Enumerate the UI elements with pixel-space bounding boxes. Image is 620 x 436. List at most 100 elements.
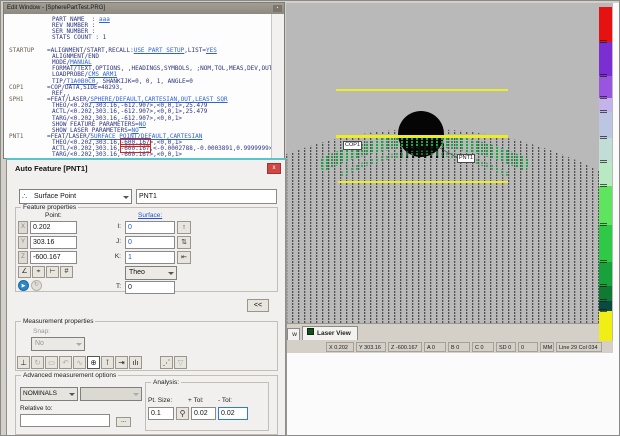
y-axis-button[interactable]: Y [18,236,28,249]
secondary-dropdown [80,387,142,401]
status-zero: 0 [518,342,538,352]
pc-dmis-window: Edit Window - [SpherePartTest.PRG] ▪ PAR… [0,0,620,436]
tab-laser-view[interactable]: Laser View [302,326,358,340]
probe-path-icon[interactable]: ⊥ [17,356,30,369]
point-toolbar: ∠⌖⊢# [18,266,74,278]
theo-value: Theo [129,269,145,276]
t-label: T: [111,283,121,290]
scale-segment [599,262,612,286]
plus-tol-field[interactable]: 0.02 [191,407,216,420]
laser-view[interactable]: COP1 PNT1 w Laser View [286,3,613,341]
feature-type-value: Surface Point [34,193,76,200]
pt-size-label: Pt. Size: [148,397,172,404]
scale-segment [599,186,612,225]
scale-segment [599,42,612,76]
grid-icon[interactable]: # [60,266,73,278]
z-axis-button[interactable]: Z [18,251,28,264]
status-c: C 0 [472,342,494,352]
j-label: J: [111,238,121,245]
k-label: K: [111,253,121,260]
point-offset-icon[interactable]: ⊢ [46,266,59,278]
advanced-options-label: Advanced measurement options [21,372,118,379]
i-value-field[interactable]: 0 [125,221,175,234]
histogram-icon[interactable]: ılı [129,356,142,369]
freeform-scan-icon[interactable]: ∿ [73,356,86,369]
scale-segment [599,162,612,186]
retest-button[interactable]: ↻ [31,280,42,291]
nominals-value: NOMINALS [23,390,57,397]
scan-direction-icon[interactable]: ⋰ [160,356,173,369]
view-tab-bar: w Laser View [286,323,599,341]
collapse-button[interactable]: << [247,299,269,312]
j-value-field[interactable]: 0 [125,236,175,249]
snap-dropdown: No [31,337,85,351]
x-value-field[interactable]: 0.202 [30,221,77,234]
x-axis-button[interactable]: X [18,221,28,234]
pt-size-field[interactable]: 0.1 [148,407,174,420]
feature-id-field[interactable]: PNT1 [136,189,277,204]
chevron-down-icon [76,343,82,346]
i-label: I: [111,223,121,230]
status-y: Y 303.16 [356,342,386,352]
browse-button[interactable]: ... [116,417,131,427]
point-cloud-graphic [286,3,599,323]
edit-window-menu-button[interactable]: ▪ [273,5,282,12]
axes-icon[interactable]: ∠ [18,266,31,278]
cop1-label[interactable]: COP1 [343,141,362,150]
align-vector-icon[interactable]: ⇤ [177,251,191,264]
pnt1-label[interactable]: PNT1 [457,154,475,163]
test-toolbar: ▶ ↻ [18,280,42,291]
patch-scan-icon[interactable]: ▭ [45,356,58,369]
scale-segment [599,225,612,262]
tab-laser-view-label: Laser View [317,330,351,337]
find-nominals-icon[interactable]: ⌖ [32,266,45,278]
bottom-margin [287,353,620,436]
status-sd: SD 0 [496,342,516,352]
minus-tol-field[interactable]: 0.02 [218,407,248,420]
edit-window: Edit Window - [SpherePartTest.PRG] ▪ PAR… [3,2,285,159]
y-value-field[interactable]: 303.16 [30,236,77,249]
status-b: B 0 [448,342,470,352]
scale-segment [599,112,612,138]
nominals-dropdown[interactable]: NOMINALS [20,387,78,401]
status-z: Z -600.167 [388,342,422,352]
edit-window-scrollbar[interactable] [271,14,284,158]
surface-depth-icon[interactable]: ⊺ [101,356,114,369]
scale-segment [599,311,612,341]
close-icon[interactable]: x [267,163,281,174]
dialog-title: Auto Feature [PNT1] [15,164,88,173]
tab-hidden-view[interactable]: w [287,328,300,340]
vector-up-icon[interactable]: ↑ [177,221,191,234]
test-point-button[interactable]: ▶ [18,280,29,291]
chevron-down-icon [69,393,75,396]
arc-move-icon[interactable]: ↶ [59,356,72,369]
target-circle-icon[interactable]: ⊕ [87,356,100,369]
yellow-scan-line-2 [336,135,508,138]
auto-feature-dialog: Auto Feature [PNT1] x ∴ Surface Point PN… [6,158,286,436]
status-a: A 0 [424,342,446,352]
status-x: X 0.202 [326,342,354,352]
t-value-field[interactable]: 0 [125,281,175,294]
scale-segment [599,76,612,98]
filter-icon[interactable]: ▽ [174,356,187,369]
laser-view-icon [307,328,314,335]
chevron-down-icon [133,393,139,396]
magnifier-icon[interactable]: ⚲ [176,407,189,420]
edit-window-titlebar[interactable]: Edit Window - [SpherePartTest.PRG] ▪ [4,3,284,14]
relative-to-field[interactable] [20,414,110,427]
rotate-icon[interactable]: ↻ [31,356,44,369]
deviation-color-scale [599,7,612,341]
flip-vector-icon[interactable]: ⇅ [177,236,191,249]
edge-offset-icon[interactable]: ⇥ [115,356,128,369]
k-value-field[interactable]: 1 [125,251,175,264]
surface-point-icon: ∴ [22,190,27,203]
edit-window-code-area[interactable]: PART NAME : aaa REV NUMBER : SER NUMBER … [4,14,272,158]
z-value-field[interactable]: -600.167 [30,251,77,264]
plus-tol-label: + Tol: [188,397,204,404]
surface-label[interactable]: Surface: [138,212,162,219]
status-units: MM [540,342,554,352]
theo-dropdown[interactable]: Theo [125,266,177,280]
feature-type-dropdown[interactable]: ∴ Surface Point [19,189,132,204]
minus-tol-label: - Tol: [218,397,232,404]
chevron-down-icon [168,272,174,275]
